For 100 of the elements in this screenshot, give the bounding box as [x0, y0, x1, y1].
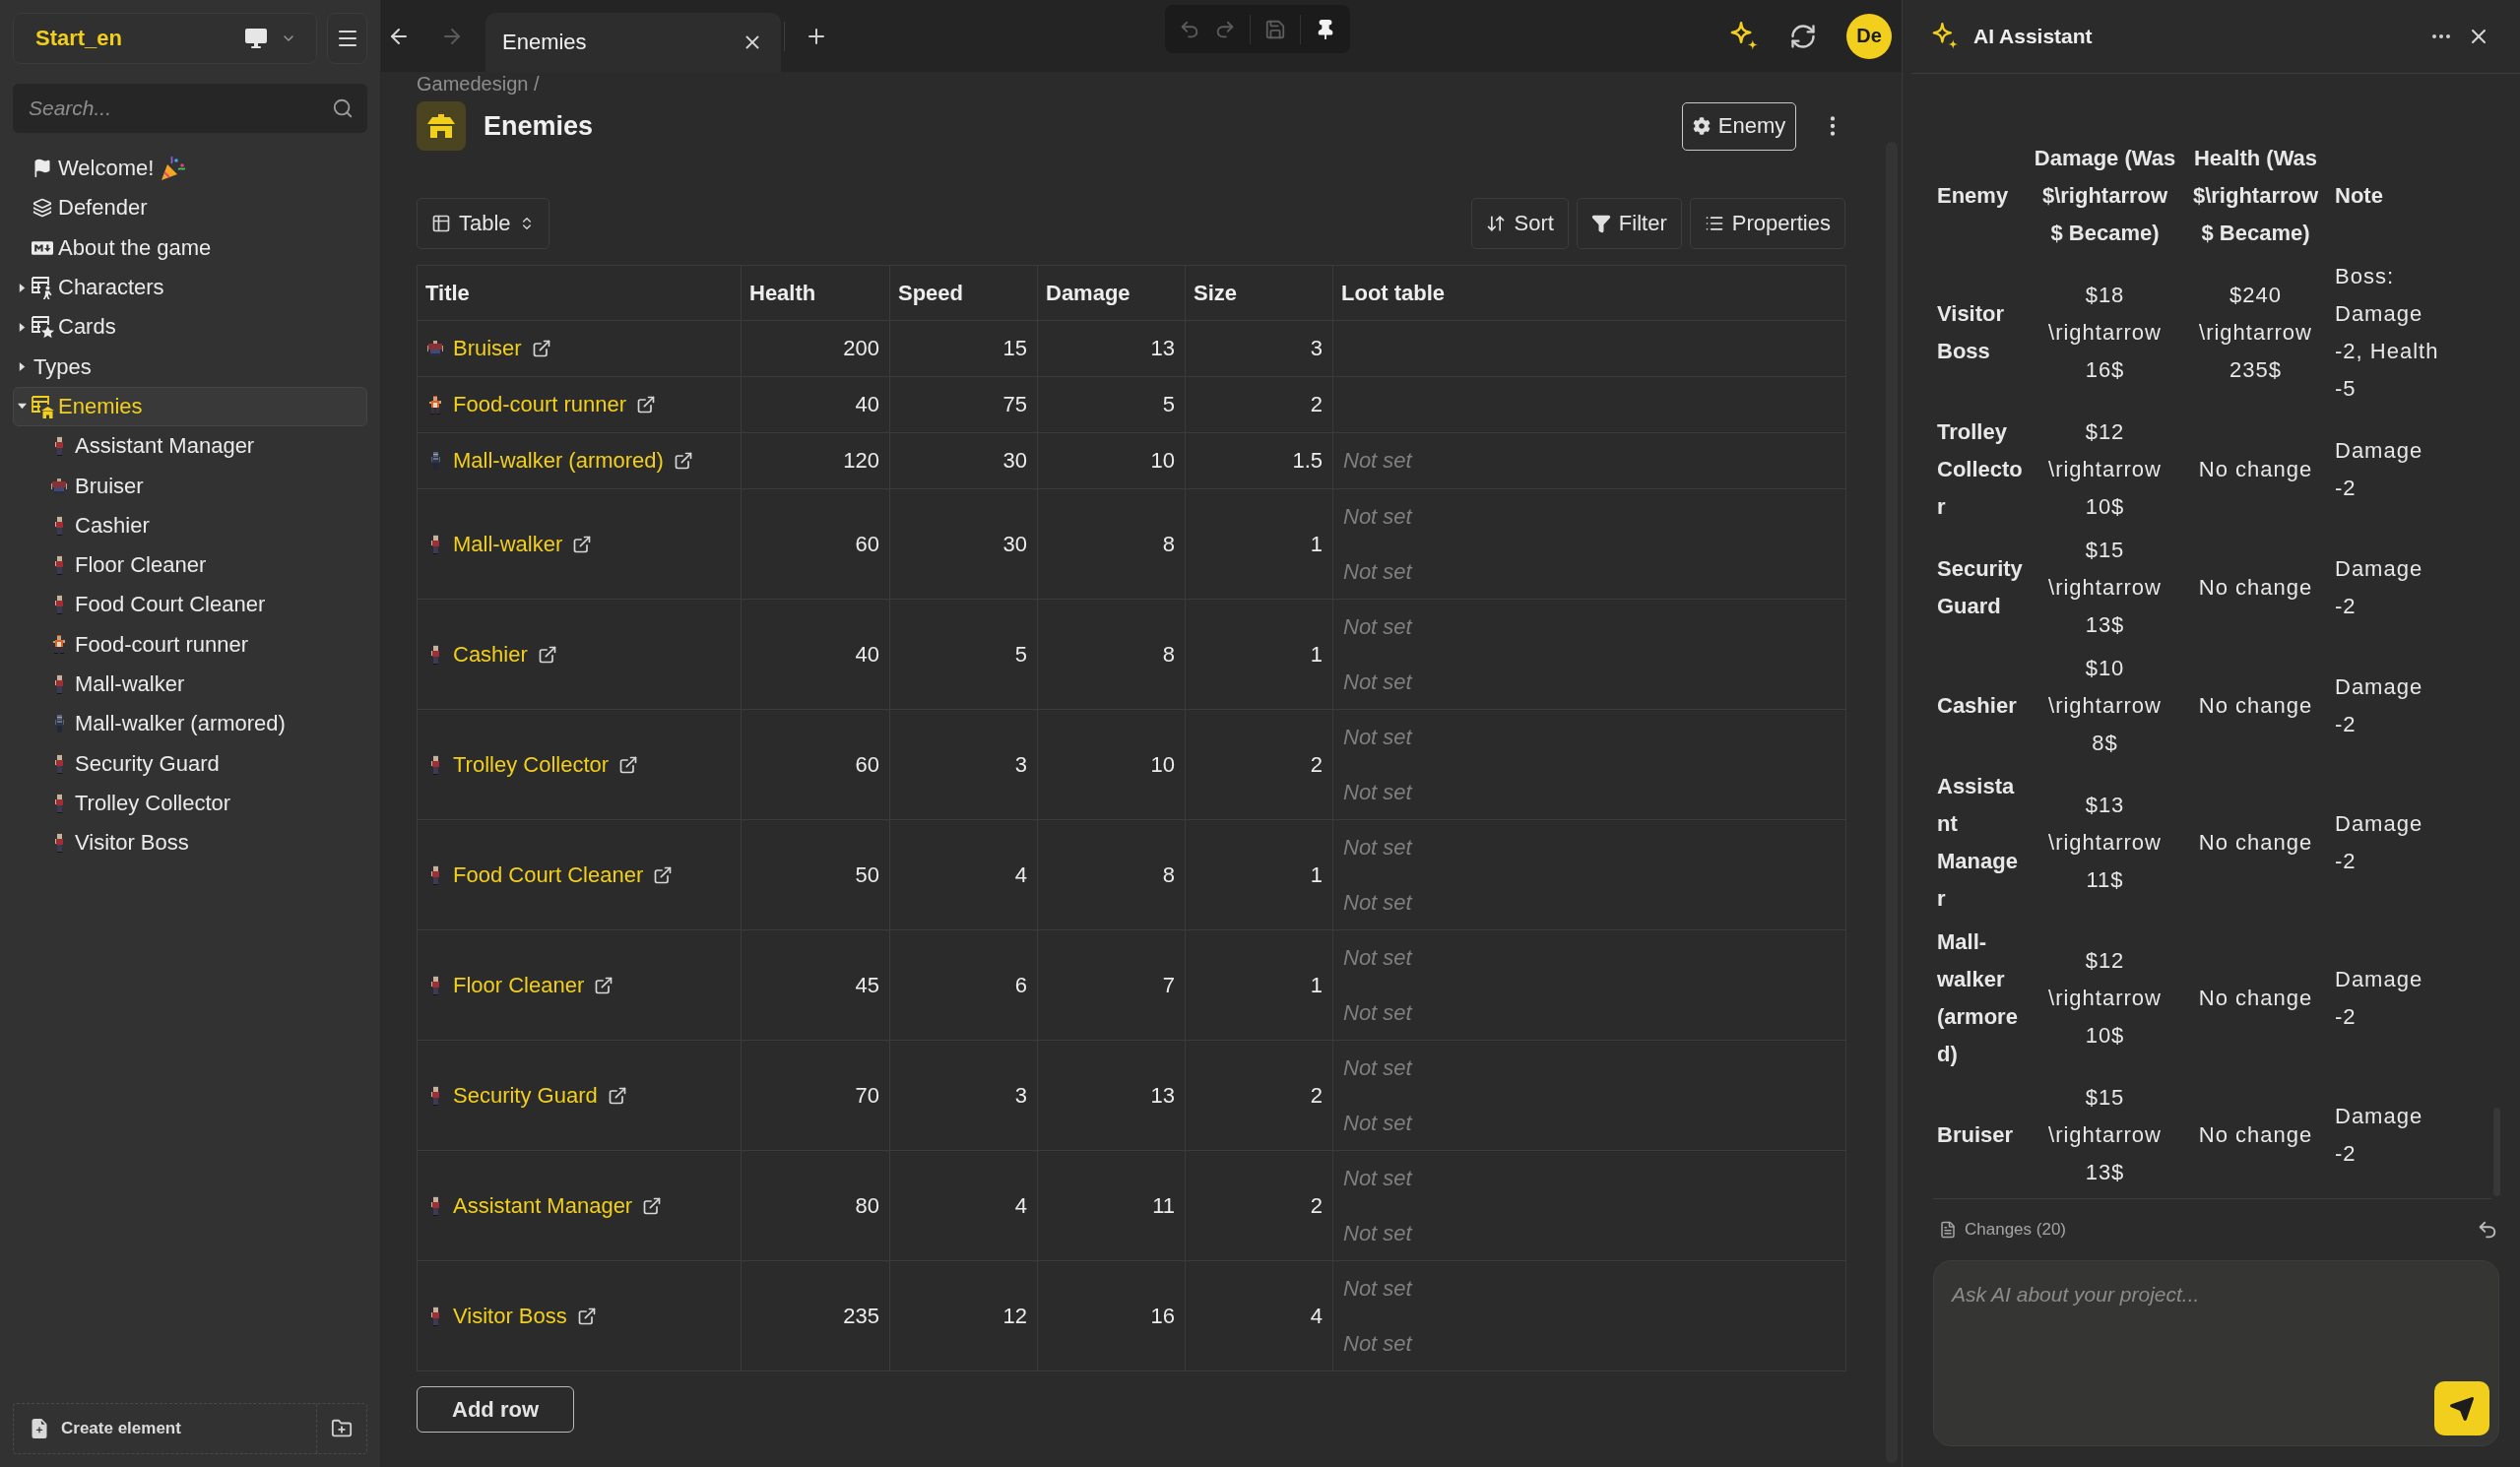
- row-title-link[interactable]: Visitor Boss: [453, 1303, 567, 1329]
- layers-icon: [32, 198, 52, 219]
- loot-value: Not set: [1343, 834, 1414, 861]
- tree-item[interactable]: Mall-walker (armored): [13, 704, 367, 744]
- sort-button[interactable]: Sort: [1471, 198, 1569, 249]
- table-cell: 60: [741, 488, 890, 600]
- add-row-button[interactable]: Add row: [417, 1386, 574, 1433]
- tree-item[interactable]: Visitor Boss: [13, 823, 367, 863]
- tree-item[interactable]: About the game: [13, 227, 367, 268]
- send-button[interactable]: [2434, 1381, 2489, 1435]
- tree-item[interactable]: Security Guard: [13, 743, 367, 784]
- tree-item[interactable]: Mall-walker: [13, 664, 367, 705]
- row-title-link[interactable]: Mall-walker: [453, 531, 563, 557]
- row-title-link[interactable]: Food Court Cleaner: [453, 861, 644, 888]
- external-link-icon[interactable]: [673, 451, 693, 471]
- table-cell-text: Bruiser: [1936, 1121, 2015, 1149]
- pixel-figure-icon: [430, 1085, 440, 1106]
- avatar-button[interactable]: De: [1846, 13, 1892, 59]
- breadcrumb[interactable]: Gamedesign /: [417, 72, 540, 96]
- table-cell: 2: [1185, 1150, 1333, 1261]
- document-icon: [1939, 1221, 1957, 1239]
- row-title-link[interactable]: Security Guard: [453, 1082, 598, 1109]
- tree-item[interactable]: Welcome!: [13, 149, 367, 189]
- external-link-icon[interactable]: [572, 534, 593, 554]
- tree-item[interactable]: Cashier: [13, 505, 367, 545]
- column-header: Title: [417, 265, 742, 321]
- refresh-icon[interactable]: [1789, 22, 1817, 50]
- sparkle-icon[interactable]: [1730, 21, 1760, 51]
- table-cell: 5: [889, 599, 1038, 710]
- table-cell-text: Visitor Boss: [1936, 300, 2006, 365]
- tree-item[interactable]: Defender: [13, 188, 367, 228]
- search-field[interactable]: Search...: [13, 84, 367, 133]
- tree-item[interactable]: Food-court runner: [13, 624, 367, 665]
- table-cell: 13: [1037, 320, 1186, 377]
- loot-value: Not set: [1343, 944, 1414, 972]
- external-link-icon[interactable]: [531, 339, 551, 358]
- loot-value: Not set: [1343, 778, 1414, 806]
- tree-item[interactable]: Floor Cleaner: [13, 544, 367, 586]
- pixel-figure-icon: [430, 534, 440, 554]
- external-link-icon[interactable]: [607, 1085, 627, 1106]
- external-link-icon[interactable]: [653, 864, 674, 885]
- caret-right-icon[interactable]: [17, 283, 27, 292]
- tree-item[interactable]: Cards: [13, 307, 367, 348]
- loot-value: Not set: [1343, 1329, 1414, 1358]
- table-cell: 8: [1037, 599, 1186, 710]
- row-title-link[interactable]: Trolley Collector: [453, 751, 610, 778]
- row-title-link[interactable]: Bruiser: [453, 336, 522, 361]
- external-link-icon[interactable]: [537, 644, 557, 665]
- loot-value: Not set: [1343, 1165, 1414, 1192]
- tree-item[interactable]: Types: [13, 347, 367, 387]
- table-cell: 8: [1037, 488, 1186, 600]
- tree-item[interactable]: Bruiser: [13, 466, 367, 506]
- caret-right-icon[interactable]: [17, 362, 27, 372]
- row-title-link[interactable]: Assistant Manager: [453, 1192, 633, 1219]
- table-cell: 1: [1185, 599, 1333, 710]
- table-cell: 3: [889, 709, 1038, 820]
- table-cell: 11: [1037, 1150, 1186, 1261]
- changes-button[interactable]: Changes (20): [1939, 1220, 2066, 1240]
- type-button[interactable]: Enemy: [1682, 101, 1796, 151]
- tree-item[interactable]: Food Court Cleaner: [13, 585, 367, 625]
- external-link-icon[interactable]: [618, 754, 639, 775]
- caret-down-icon[interactable]: [17, 402, 27, 412]
- tree-item[interactable]: Trolley Collector: [13, 783, 367, 824]
- table-cell: 40: [741, 599, 890, 710]
- table-cell-text: Damage -2: [2334, 555, 2424, 620]
- filter-button[interactable]: Filter: [1576, 198, 1682, 249]
- table-cell: 200: [741, 320, 890, 377]
- tree-item[interactable]: Enemies: [13, 386, 367, 427]
- menu-button[interactable]: [327, 13, 367, 64]
- column-header: Enemy: [1936, 182, 2010, 210]
- table-cell: 1.5: [1185, 432, 1333, 489]
- tab[interactable]: Enemies: [485, 13, 781, 72]
- flag-icon: [32, 159, 52, 179]
- row-title-link[interactable]: Floor Cleaner: [453, 972, 585, 998]
- external-link-icon[interactable]: [576, 1306, 597, 1326]
- external-link-icon[interactable]: [642, 1195, 663, 1216]
- table-cell: 1: [1185, 488, 1333, 600]
- column-header: Damage: [1037, 265, 1186, 321]
- properties-button[interactable]: Properties: [1689, 198, 1845, 249]
- view-switcher[interactable]: Table: [417, 198, 549, 249]
- workspace-switcher[interactable]: Start_en: [13, 13, 317, 64]
- table-cell: 15: [889, 320, 1038, 377]
- tree-item[interactable]: Assistant Manager: [13, 426, 367, 467]
- undo-icon[interactable]: [2477, 1219, 2498, 1241]
- table-cell-text: Boss: Damage -2, Health -5: [2334, 263, 2440, 403]
- row-title-link[interactable]: Cashier: [453, 641, 528, 668]
- table-cell: 3: [1185, 320, 1333, 377]
- table-cell-text: No change: [2197, 1121, 2314, 1149]
- table-cell: 120: [741, 432, 890, 489]
- chat-input[interactable]: Ask AI about your project...: [1933, 1260, 2499, 1446]
- table-cell: 4: [1185, 1260, 1333, 1371]
- table-cell-text: No change: [2197, 829, 2314, 857]
- table-cell: 4: [889, 1150, 1038, 1261]
- loot-value: Not set: [1343, 668, 1414, 696]
- external-link-icon[interactable]: [636, 395, 657, 415]
- column-header: Speed: [889, 265, 1038, 321]
- external-link-icon[interactable]: [594, 975, 614, 995]
- loot-value: Not set: [1343, 447, 1414, 476]
- tree-item[interactable]: Characters: [13, 267, 367, 308]
- caret-right-icon[interactable]: [17, 322, 27, 332]
